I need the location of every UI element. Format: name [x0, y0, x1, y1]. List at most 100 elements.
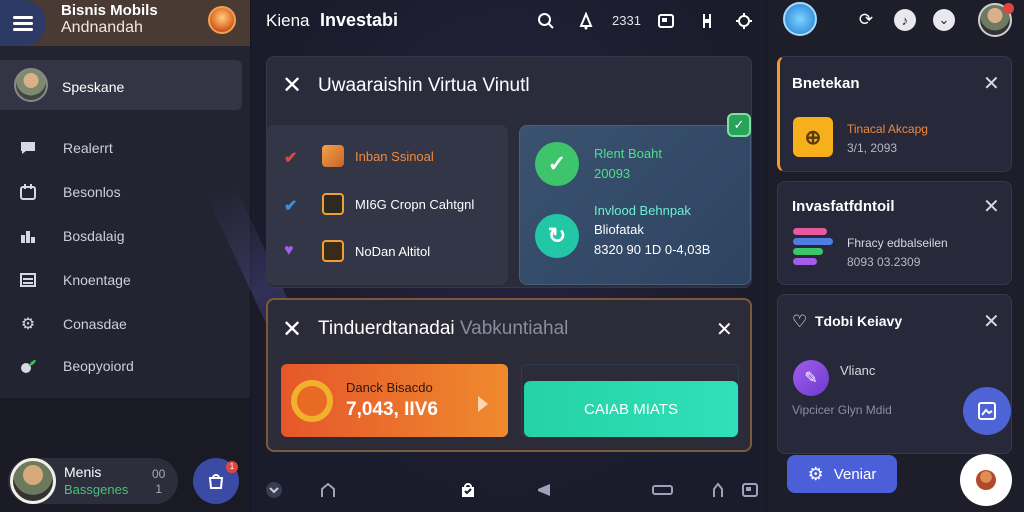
window-icon[interactable]: [655, 10, 677, 32]
check-icon: ✔: [284, 198, 298, 215]
heart-icon: ♥: [284, 242, 294, 259]
close-icon[interactable]: ✕: [983, 197, 1000, 217]
user-name: Menis: [64, 464, 102, 480]
sidebar-item-label: Conasdae: [63, 316, 127, 332]
stat-label: Invlood Behnpak: [594, 203, 691, 218]
person-icon: [976, 470, 996, 490]
user-mini-bottom: 1: [155, 482, 163, 496]
calendar-icon: [18, 182, 38, 202]
card-title: Bnetekan: [792, 75, 860, 92]
primary-action-button[interactable]: CAIAB MIATS: [524, 381, 738, 437]
topbar-title: Kiena: [266, 11, 310, 30]
document-icon: [322, 240, 344, 262]
notification-count: 2331: [612, 13, 641, 28]
sync-icon[interactable]: ⟳: [855, 9, 877, 31]
hamburger-icon: [13, 13, 33, 34]
user-status: Bassgenes: [64, 482, 129, 497]
settings-icon[interactable]: [733, 10, 755, 32]
bag-icon[interactable]: [458, 480, 478, 500]
close-icon[interactable]: ✕: [716, 318, 733, 342]
chat-icon: [18, 138, 38, 158]
user-mini-stats: 00 1: [152, 467, 165, 497]
close-icon[interactable]: ✕: [282, 318, 302, 342]
stat-label: Bliofatak: [594, 222, 644, 237]
list-item[interactable]: Inban Ssinoal: [355, 149, 434, 164]
chevron-down-icon[interactable]: ⌄: [933, 9, 955, 31]
sidebar-item-label: Bosdalaig: [63, 228, 125, 244]
profile-fab-button[interactable]: [960, 454, 1012, 506]
heart-icon: ♡: [792, 312, 808, 331]
gear-icon: ⚙: [807, 463, 824, 484]
sidebar-item-beopyoiord[interactable]: Beopyoiord: [18, 355, 134, 377]
folder-icon: [322, 193, 344, 215]
card-date: 8093 03.2309: [847, 255, 921, 269]
notification-badge: 1: [226, 461, 238, 473]
coin-icon: ⊕: [793, 117, 833, 157]
sidebar-item-besonlos[interactable]: Besonlos: [18, 181, 121, 203]
card-line: Vipcicer Glyn Mdid: [792, 403, 892, 417]
brand-subtitle: Andnandah: [61, 19, 143, 36]
chart-icon: [18, 226, 38, 246]
battery-icon: [652, 480, 674, 500]
check-icon: ✔: [284, 150, 298, 167]
card-title: Tdobi Keiavy: [815, 313, 903, 329]
topbar-subtitle: Investabi: [320, 10, 399, 30]
megaphone-icon[interactable]: [535, 480, 555, 500]
sidebar-item-label: Realerrt: [63, 140, 113, 156]
image-icon: [978, 402, 996, 420]
stacked-bars-icon: [793, 228, 833, 268]
card-title: Invasfatfdntoil: [792, 198, 895, 215]
gear-icon: ⚙: [20, 316, 36, 333]
card-line: Vlianc: [840, 363, 876, 378]
user-mini-top: 00: [152, 467, 166, 481]
image-fab-button[interactable]: [963, 387, 1011, 435]
sidebar-item-knoentage[interactable]: Knoentage: [18, 269, 131, 291]
stat-value: 20093: [594, 166, 631, 181]
close-icon[interactable]: ✕: [983, 312, 1000, 332]
avatar: [14, 68, 48, 102]
shopping-bag-icon: [208, 474, 224, 489]
brand-title: Bisnis Mobils: [61, 2, 158, 19]
app-logo[interactable]: [783, 2, 817, 36]
share-icon[interactable]: [708, 480, 728, 500]
close-icon[interactable]: ✕: [282, 74, 302, 98]
stat-value: 8320 90 1D 0-4,03B: [594, 242, 711, 257]
coin-icon: [291, 380, 333, 422]
close-icon[interactable]: ✕: [983, 74, 1000, 94]
veniar-label: Veniar: [833, 465, 877, 483]
window-icon[interactable]: [740, 480, 760, 500]
list-item[interactable]: NoDan Altitol: [355, 244, 430, 259]
card-date: 3/1, 2093: [847, 141, 898, 155]
search-icon[interactable]: [535, 10, 557, 32]
verified-badge: ✓: [727, 113, 751, 137]
brand-avatar[interactable]: [208, 6, 236, 34]
sidebar-item-label: Besonlos: [63, 184, 121, 200]
person-icon: [322, 145, 344, 167]
balance-label: Danck Bisacdo: [346, 380, 433, 395]
chevron-right-icon: [478, 396, 488, 412]
edit-icon: ✎: [793, 360, 829, 396]
main-card-title: Uwaaraishin Virtua Vinutl: [318, 75, 530, 96]
bell-icon[interactable]: [575, 10, 597, 32]
balance-value: 7,043, IIV6: [346, 399, 438, 420]
list-icon: [18, 270, 38, 290]
chevron-down-icon[interactable]: [264, 480, 284, 500]
notification-badge: [1003, 3, 1014, 14]
refresh-icon: ↻: [535, 214, 579, 258]
card-line: Tinacal Akcapg: [847, 122, 928, 136]
profile-name: Speskane: [62, 79, 125, 95]
user-avatar[interactable]: [10, 458, 56, 504]
sidebar-item-conasdae[interactable]: ⚙ Conasdae: [18, 313, 127, 335]
check-circle-icon: ✓: [535, 142, 579, 186]
menu-button[interactable]: [0, 0, 46, 46]
list-item[interactable]: MI6G Cropn Cahtgnl: [355, 197, 474, 212]
sidebar-item-label: Knoentage: [63, 272, 131, 288]
music-icon[interactable]: ♪: [894, 9, 916, 31]
home-icon[interactable]: [318, 480, 338, 500]
veniar-button[interactable]: ⚙ Veniar: [787, 455, 897, 493]
sidebar-item-bosdalaig[interactable]: Bosdalaig: [18, 225, 125, 247]
secondary-card-title: Tinduerdtanadai Vabkuntiahal: [318, 318, 568, 340]
sidebar-item-realerrt[interactable]: Realerrt: [18, 137, 113, 159]
sidebar-item-label: Beopyoiord: [63, 358, 134, 374]
share-icon[interactable]: [696, 10, 718, 32]
